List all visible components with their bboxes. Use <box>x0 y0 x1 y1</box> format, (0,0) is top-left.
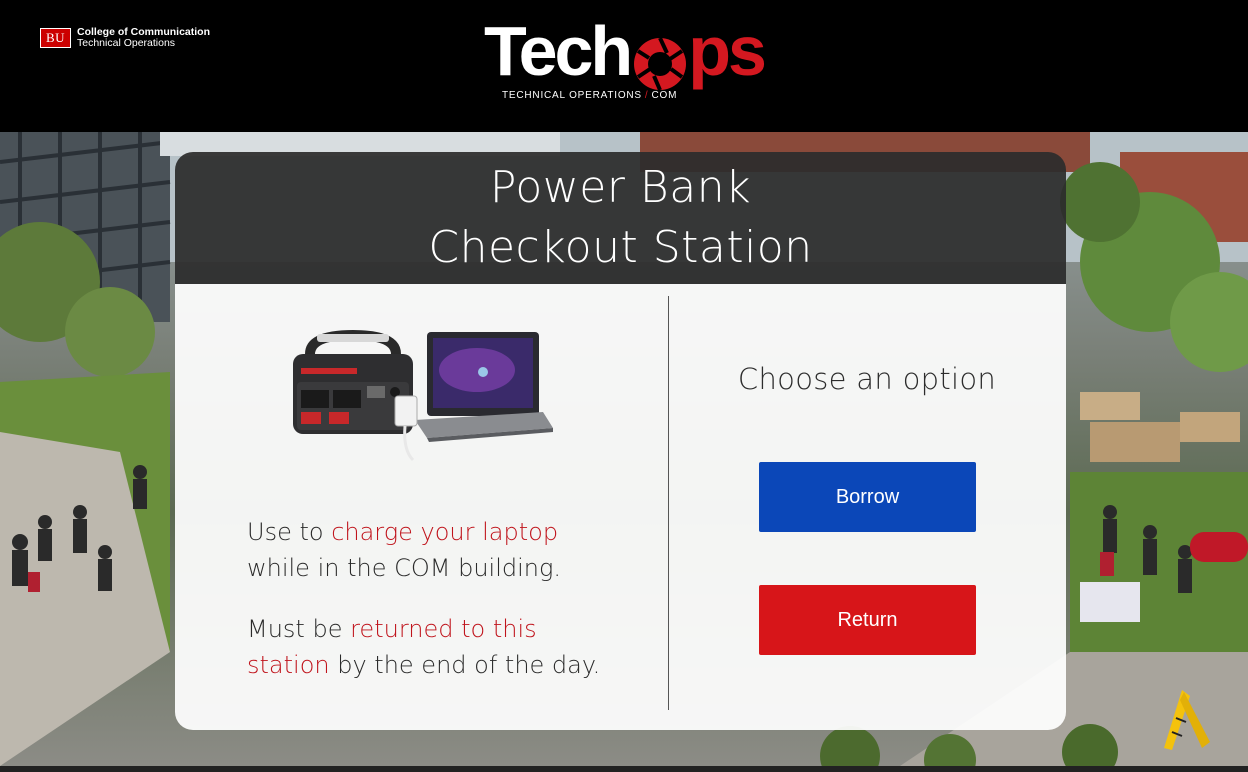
logo-tagline-a: TECHNICAL OPERATIONS <box>502 90 642 101</box>
wet-floor-sign-icon <box>1164 690 1210 750</box>
techops-logo: Tech ps TECHNICAL OPERATIONS / COM <box>484 12 767 104</box>
bu-logo-text: College of Communication Technical Opera… <box>77 27 210 49</box>
title-line2: Checkout Station <box>428 222 813 273</box>
bu-badge: BU <box>40 28 71 48</box>
camera-aperture-icon <box>633 27 687 91</box>
power-bank-and-laptop-image <box>293 330 553 462</box>
checkout-card: Power Bank Checkout Station Use to charg… <box>175 152 1066 730</box>
description-charge: Use to charge your laptop while in the C… <box>247 514 647 586</box>
bottom-strip <box>0 766 1248 772</box>
desc1-pre: Use to <box>247 518 332 546</box>
logo-word-ps: ps <box>688 12 767 90</box>
desc1-post: while in the COM building. <box>247 554 562 582</box>
logo-word-tech: Tech <box>484 12 633 90</box>
logo-tagline-sep: / <box>644 90 649 101</box>
column-divider <box>668 296 669 710</box>
title-line1: Power Bank <box>489 162 752 213</box>
card-header: Power Bank Checkout Station <box>175 152 1066 284</box>
bu-com-logo: BU College of Communication Technical Op… <box>40 27 210 49</box>
logo-tagline-b: COM <box>651 90 678 101</box>
desc2-pre: Must be <box>247 615 351 643</box>
return-button[interactable]: Return <box>759 585 976 655</box>
logo-tagline: TECHNICAL OPERATIONS / COM <box>502 90 677 101</box>
desc2-highlight1: returned to this <box>350 615 537 643</box>
top-header: BU College of Communication Technical Op… <box>0 0 1248 132</box>
desc1-highlight: charge your laptop <box>331 518 559 546</box>
borrow-button[interactable]: Borrow <box>759 462 976 532</box>
bu-logo-line2: Technical Operations <box>77 37 176 49</box>
choose-option-label: Choose an option <box>737 362 997 396</box>
desc2-post: by the end of the day. <box>329 651 601 679</box>
card-body: Use to charge your laptop while in the C… <box>175 284 1066 730</box>
techops-wordmark: Tech ps <box>484 10 767 92</box>
description-return: Must be returned to this station by the … <box>247 611 647 683</box>
desc2-highlight2: station <box>247 651 330 679</box>
